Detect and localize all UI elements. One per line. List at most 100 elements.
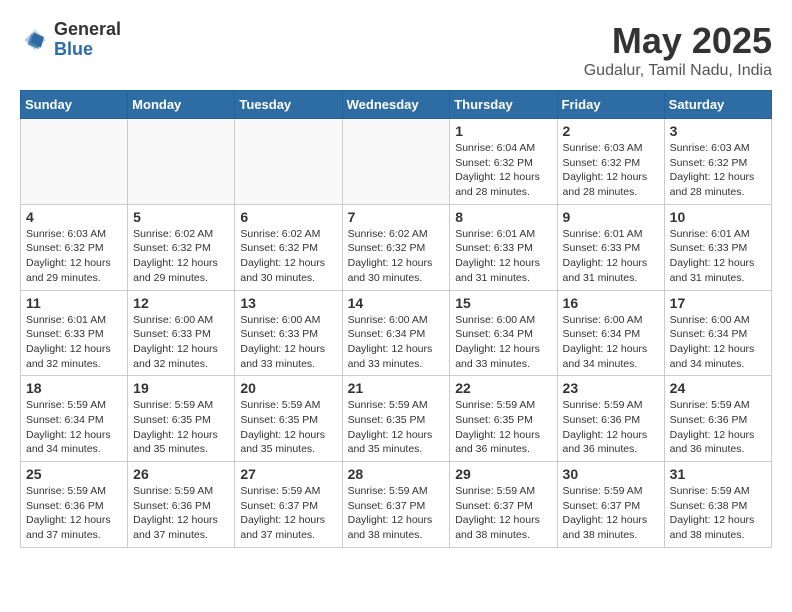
day-info: Sunrise: 6:03 AM Sunset: 6:32 PM Dayligh… <box>670 141 766 200</box>
day-cell-0-0 <box>21 119 128 205</box>
week-row-3: 11Sunrise: 6:01 AM Sunset: 6:33 PM Dayli… <box>21 290 772 376</box>
day-cell-1-3: 7 Sunrise: 6:02 AM Sunset: 6:32 PM Daylig… <box>342 204 450 290</box>
day-info: Sunrise: 6:03 AM Sunset: 6:32 PM Dayligh… <box>563 141 659 200</box>
day-cell-4-1: 26 Sunrise: 5:59 AM Sunset: 6:36 PM Dayli… <box>128 462 235 548</box>
day-number: 3 <box>670 123 766 139</box>
day-number: 27 <box>240 466 336 482</box>
day-info: Sunrise: 6:02 AM Sunset: 6:32 PM Dayligh… <box>240 227 336 286</box>
logo-general-text: General <box>54 20 121 40</box>
day-number: 25 <box>26 466 122 482</box>
day-cell-2-6: 17 Sunrise: 6:00 AM Sunset: 6:34 PM Dayli… <box>664 290 771 376</box>
day-number: 19 <box>133 380 229 396</box>
day-cell-4-4: 29 Sunrise: 5:59 AM Sunset: 6:37 PM Dayli… <box>450 462 557 548</box>
day-cell-4-3: 28 Sunrise: 5:59 AM Sunset: 6:37 PM Dayli… <box>342 462 450 548</box>
day-info: Sunrise: 5:59 AM Sunset: 6:37 PM Dayligh… <box>348 484 445 543</box>
day-number: 30 <box>563 466 659 482</box>
day-cell-3-6: 24 Sunrise: 5:59 AM Sunset: 6:36 PM Dayli… <box>664 376 771 462</box>
day-cell-4-5: 30 Sunrise: 5:59 AM Sunset: 6:37 PM Dayli… <box>557 462 664 548</box>
day-number: 20 <box>240 380 336 396</box>
day-cell-1-0: 4 Sunrise: 6:03 AM Sunset: 6:32 PM Daylig… <box>21 204 128 290</box>
day-number: 21 <box>348 380 445 396</box>
day-number: 17 <box>670 295 766 311</box>
calendar-table: Sunday Monday Tuesday Wednesday Thursday… <box>20 90 772 548</box>
day-number: 24 <box>670 380 766 396</box>
day-number: 9 <box>563 209 659 225</box>
day-cell-4-2: 27 Sunrise: 5:59 AM Sunset: 6:37 PM Dayli… <box>235 462 342 548</box>
day-number: 28 <box>348 466 445 482</box>
day-cell-0-6: 3 Sunrise: 6:03 AM Sunset: 6:32 PM Daylig… <box>664 119 771 205</box>
day-number: 10 <box>670 209 766 225</box>
page-header: General Blue May 2025 Gudalur, Tamil Nad… <box>20 20 772 80</box>
week-row-2: 4 Sunrise: 6:03 AM Sunset: 6:32 PM Daylig… <box>21 204 772 290</box>
day-info: Sunrise: 5:59 AM Sunset: 6:37 PM Dayligh… <box>563 484 659 543</box>
day-cell-2-5: 16Sunrise: 6:00 AM Sunset: 6:34 PM Dayli… <box>557 290 664 376</box>
day-info: Sunrise: 6:00 AM Sunset: 6:33 PM Dayligh… <box>240 313 336 372</box>
day-cell-0-2 <box>235 119 342 205</box>
day-number: 5 <box>133 209 229 225</box>
header-thursday: Thursday <box>450 91 557 119</box>
header-friday: Friday <box>557 91 664 119</box>
day-info: Sunrise: 6:00 AM Sunset: 6:34 PM Dayligh… <box>670 313 766 372</box>
day-number: 22 <box>455 380 551 396</box>
day-cell-4-6: 31Sunrise: 5:59 AM Sunset: 6:38 PM Dayli… <box>664 462 771 548</box>
header-saturday: Saturday <box>664 91 771 119</box>
week-row-4: 18 Sunrise: 5:59 AM Sunset: 6:34 PM Dayli… <box>21 376 772 462</box>
day-cell-1-1: 5 Sunrise: 6:02 AM Sunset: 6:32 PM Daylig… <box>128 204 235 290</box>
day-cell-2-0: 11Sunrise: 6:01 AM Sunset: 6:33 PM Dayli… <box>21 290 128 376</box>
header-sunday: Sunday <box>21 91 128 119</box>
weekday-header-row: Sunday Monday Tuesday Wednesday Thursday… <box>21 91 772 119</box>
day-number: 8 <box>455 209 551 225</box>
day-info: Sunrise: 6:00 AM Sunset: 6:34 PM Dayligh… <box>348 313 445 372</box>
day-number: 26 <box>133 466 229 482</box>
day-number: 4 <box>26 209 122 225</box>
day-cell-2-4: 15Sunrise: 6:00 AM Sunset: 6:34 PM Dayli… <box>450 290 557 376</box>
day-cell-3-0: 18 Sunrise: 5:59 AM Sunset: 6:34 PM Dayli… <box>21 376 128 462</box>
day-info: Sunrise: 5:59 AM Sunset: 6:35 PM Dayligh… <box>348 398 445 457</box>
day-info: Sunrise: 5:59 AM Sunset: 6:37 PM Dayligh… <box>455 484 551 543</box>
day-cell-2-1: 12 Sunrise: 6:00 AM Sunset: 6:33 PM Dayli… <box>128 290 235 376</box>
day-info: Sunrise: 5:59 AM Sunset: 6:35 PM Dayligh… <box>133 398 229 457</box>
day-number: 2 <box>563 123 659 139</box>
day-info: Sunrise: 6:02 AM Sunset: 6:32 PM Dayligh… <box>133 227 229 286</box>
day-number: 18 <box>26 380 122 396</box>
day-number: 23 <box>563 380 659 396</box>
day-cell-0-5: 2 Sunrise: 6:03 AM Sunset: 6:32 PM Daylig… <box>557 119 664 205</box>
header-wednesday: Wednesday <box>342 91 450 119</box>
day-cell-1-2: 6Sunrise: 6:02 AM Sunset: 6:32 PM Daylig… <box>235 204 342 290</box>
day-info: Sunrise: 5:59 AM Sunset: 6:36 PM Dayligh… <box>133 484 229 543</box>
day-number: 14 <box>348 295 445 311</box>
calendar-title: May 2025 <box>584 20 772 62</box>
day-cell-4-0: 25 Sunrise: 5:59 AM Sunset: 6:36 PM Dayli… <box>21 462 128 548</box>
day-info: Sunrise: 6:01 AM Sunset: 6:33 PM Dayligh… <box>563 227 659 286</box>
day-info: Sunrise: 5:59 AM Sunset: 6:37 PM Dayligh… <box>240 484 336 543</box>
header-tuesday: Tuesday <box>235 91 342 119</box>
week-row-1: 1Sunrise: 6:04 AM Sunset: 6:32 PM Daylig… <box>21 119 772 205</box>
logo: General Blue <box>20 20 121 60</box>
day-info: Sunrise: 6:02 AM Sunset: 6:32 PM Dayligh… <box>348 227 445 286</box>
day-cell-1-5: 9 Sunrise: 6:01 AM Sunset: 6:33 PM Daylig… <box>557 204 664 290</box>
day-cell-3-1: 19 Sunrise: 5:59 AM Sunset: 6:35 PM Dayli… <box>128 376 235 462</box>
calendar-location: Gudalur, Tamil Nadu, India <box>584 62 772 80</box>
day-info: Sunrise: 6:00 AM Sunset: 6:34 PM Dayligh… <box>455 313 551 372</box>
day-number: 1 <box>455 123 551 139</box>
day-cell-1-6: 10 Sunrise: 6:01 AM Sunset: 6:33 PM Dayli… <box>664 204 771 290</box>
day-cell-3-5: 23 Sunrise: 5:59 AM Sunset: 6:36 PM Dayli… <box>557 376 664 462</box>
day-number: 12 <box>133 295 229 311</box>
day-info: Sunrise: 6:00 AM Sunset: 6:33 PM Dayligh… <box>133 313 229 372</box>
day-info: Sunrise: 5:59 AM Sunset: 6:36 PM Dayligh… <box>670 398 766 457</box>
title-block: May 2025 Gudalur, Tamil Nadu, India <box>584 20 772 80</box>
day-info: Sunrise: 5:59 AM Sunset: 6:38 PM Dayligh… <box>670 484 766 543</box>
day-number: 7 <box>348 209 445 225</box>
day-number: 13 <box>240 295 336 311</box>
day-info: Sunrise: 5:59 AM Sunset: 6:36 PM Dayligh… <box>563 398 659 457</box>
day-number: 29 <box>455 466 551 482</box>
day-info: Sunrise: 5:59 AM Sunset: 6:34 PM Dayligh… <box>26 398 122 457</box>
day-cell-3-3: 21 Sunrise: 5:59 AM Sunset: 6:35 PM Dayli… <box>342 376 450 462</box>
day-info: Sunrise: 5:59 AM Sunset: 6:36 PM Dayligh… <box>26 484 122 543</box>
header-monday: Monday <box>128 91 235 119</box>
day-info: Sunrise: 6:03 AM Sunset: 6:32 PM Dayligh… <box>26 227 122 286</box>
day-cell-0-1 <box>128 119 235 205</box>
day-info: Sunrise: 6:01 AM Sunset: 6:33 PM Dayligh… <box>670 227 766 286</box>
day-cell-1-4: 8Sunrise: 6:01 AM Sunset: 6:33 PM Daylig… <box>450 204 557 290</box>
logo-icon <box>20 25 50 55</box>
